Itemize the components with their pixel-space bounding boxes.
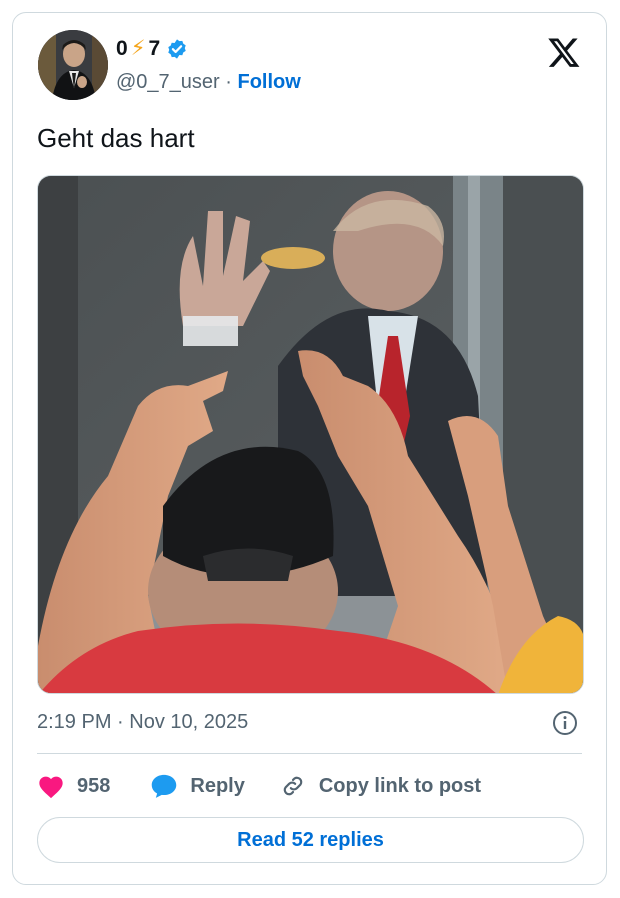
tweet-card: 0 ⚡ 7 @0_7_user · Follow Geht das hart 2… [12,12,607,885]
avatar[interactable] [38,30,108,100]
copy-link-button[interactable]: Copy link to post [279,773,481,799]
heart-icon [39,776,63,799]
link-icon [283,776,303,796]
read-replies-label: Read 52 replies [237,828,384,851]
info-icon[interactable] [552,710,578,736]
reply-button[interactable]: Reply [150,773,245,799]
separator-dot: · [225,71,232,93]
tweet-text: Geht das hart [37,123,195,153]
copy-link-label: Copy link to post [318,774,482,797]
display-name-part1: 0 [116,37,128,60]
like-count: 958 [77,774,111,797]
display-name-part2: 7 [148,37,161,60]
photo-image [38,176,583,693]
avatar-photo [38,30,108,100]
author-display-name[interactable]: 0 ⚡ 7 [116,36,188,62]
tweet-media-photo[interactable] [37,175,584,694]
divider [37,753,582,754]
lightning-emoji: ⚡ [130,37,146,60]
tweet-timestamp[interactable]: 2:19 PM · Nov 10, 2025 [37,709,248,735]
x-logo-icon[interactable] [547,35,581,69]
verified-badge-icon [168,39,186,59]
follow-button[interactable]: Follow [238,71,301,93]
reply-label: Reply [190,774,245,797]
reply-bubble-icon [152,774,177,798]
like-button[interactable]: 958 [37,773,110,799]
author-handle-row: @0_7_user · Follow [116,70,301,94]
author-handle[interactable]: @0_7_user [116,71,220,93]
action-bar: 958 Reply Copy link to post [37,768,481,804]
read-replies-button[interactable]: Read 52 replies [37,817,584,863]
